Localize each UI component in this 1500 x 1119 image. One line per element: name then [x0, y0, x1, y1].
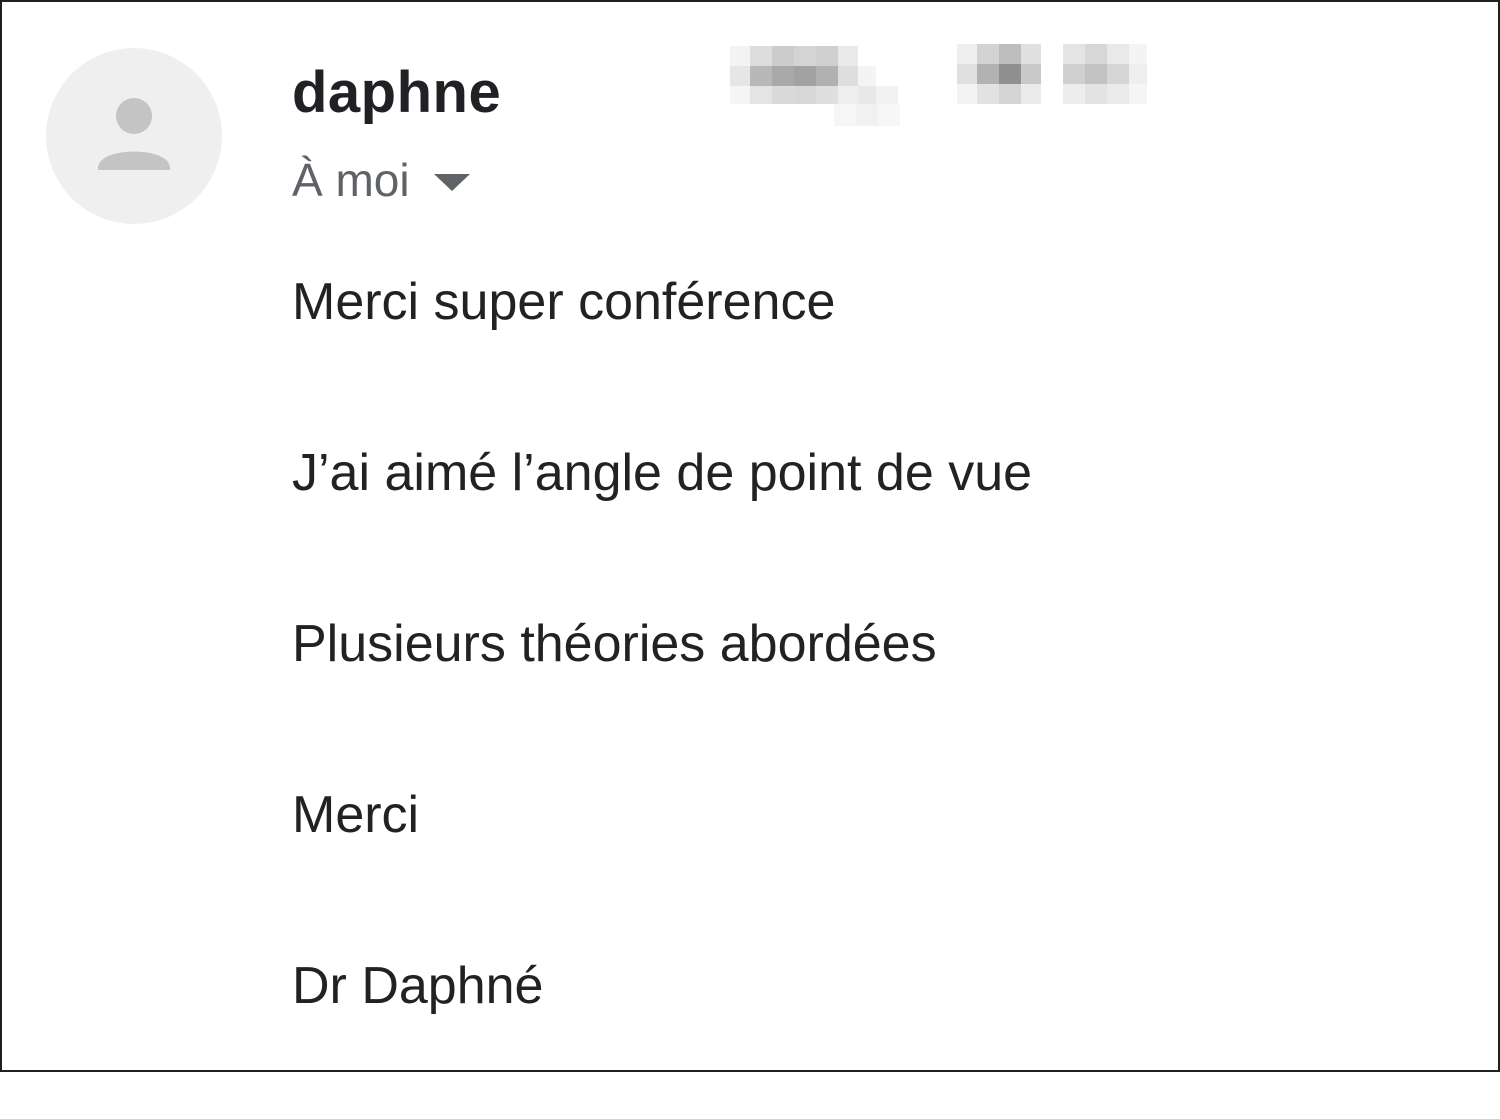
- body-line-signature: Dr Daphné: [292, 957, 544, 1015]
- body-line-greeting: Merci super conférence: [292, 273, 836, 331]
- email-message-card: daphne À moi Merci super conférence J’ai…: [0, 0, 1500, 1072]
- redacted-sender-email: [730, 42, 920, 132]
- redacted-timestamp: [957, 42, 1149, 132]
- message-body: Merci super conférence J’ai aimé l’angle…: [292, 264, 1442, 1119]
- person-icon: [98, 98, 170, 170]
- recipient-label: À moi: [292, 154, 410, 206]
- body-line-theories: Plusieurs théories abordées: [292, 615, 937, 673]
- body-line-thanks: Merci: [292, 786, 420, 844]
- sender-name[interactable]: daphne: [292, 60, 501, 126]
- body-line-feedback: J’ai aimé l’angle de point de vue: [292, 444, 1033, 502]
- caret-down-icon[interactable]: [433, 173, 470, 191]
- sender-avatar[interactable]: [46, 48, 222, 224]
- recipient-details-toggle[interactable]: À moi: [292, 150, 470, 210]
